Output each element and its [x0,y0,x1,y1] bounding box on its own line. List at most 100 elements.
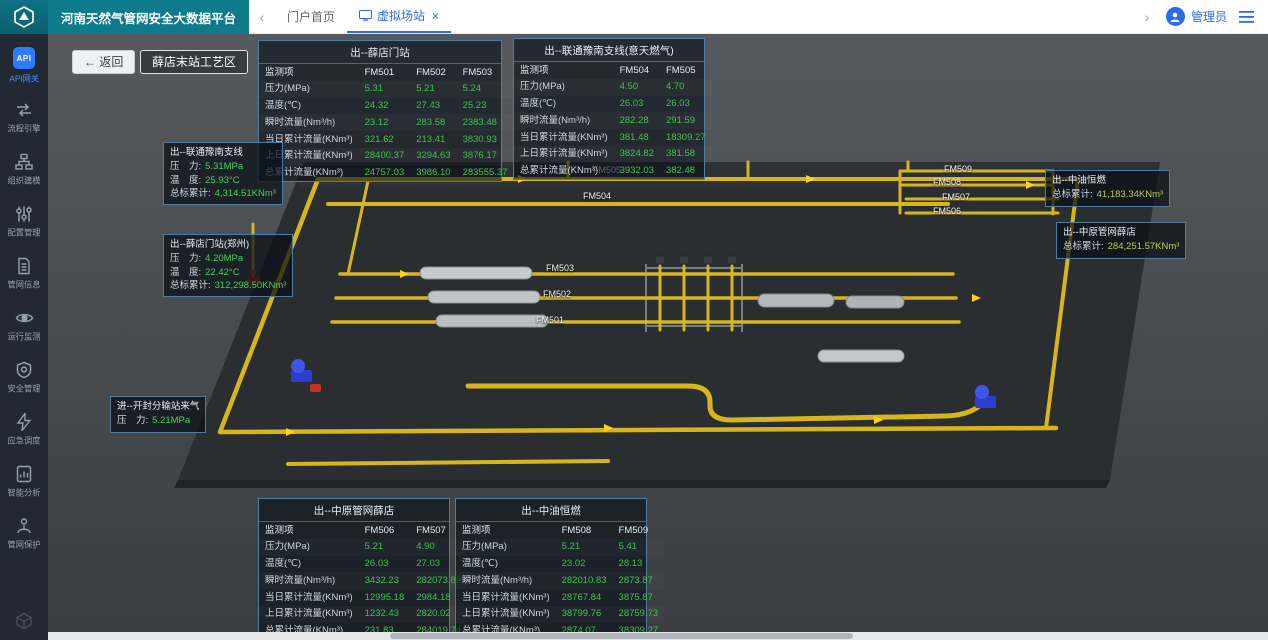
panel-table: 监测项FM504FM505压力(MPa)4.504.70温度(℃)26.0326… [514,62,712,179]
callout-title: 进--开封分输站来气 [117,400,199,413]
sidebar-item-config[interactable]: 配置管理 [0,196,48,248]
callout-line: 温 度:22.42°C [170,266,286,279]
callout-line: 压 力:4.20MPa [170,252,286,265]
equipment-tag: FM506 [933,206,961,216]
callout-lines: 压 力:5.31MPa温 度:25.93°C总标累计:4,314.51KNm³ [170,160,276,200]
sidebar-item-protection[interactable]: 管网保护 [0,508,48,560]
sidebar-item-api-gateway[interactable]: API API网关 [0,40,48,92]
panel-title: 出--联通豫南支线(意天燃气) [514,39,704,62]
sidebar-item-network-info[interactable]: 管网信息 [0,248,48,300]
panel-title: 出--中原管网薛店 [259,499,449,522]
column-header: FM509 [613,522,665,539]
table-row: 压力(MPa)5.215.41 [456,539,664,556]
table-row: 压力(MPa)4.504.70 [514,79,712,96]
callout-line: 总标累计:312,298.50KNm³ [170,279,286,292]
sidebar-item-label: 流程引擎 [7,123,40,135]
equipment-tag: FM503 [546,263,574,273]
table-row: 上日累计流量(KNm³)28400.373294.633876.17 [259,148,514,165]
close-icon[interactable]: × [432,9,439,23]
sidebar-item-label: 配置管理 [7,227,40,239]
table-row: 当日累计流量(KNm³)28767.843875.87 [456,589,664,606]
equipment-tag: FM502 [543,289,571,299]
sidebar-item-label: 安全管理 [7,383,40,395]
tab-strip: ‹ 门户首页 虚拟场站 × › 管理员 [249,0,1268,34]
flow-icon [15,101,33,119]
sidebar-item-label: API网关 [9,73,39,85]
tab-virtual-station[interactable]: 虚拟场站 × [347,0,451,33]
table-row: 瞬时流量(Nm³/h)282.28291.59 [514,112,712,129]
column-header: FM506 [359,522,411,539]
callout-title: 出--中原管网薛店 [1063,226,1179,239]
scene-3d-viewport[interactable]: ← 返回 薛店末站工艺区 FM505 FM504 FM503 FM502 FM5… [48,34,1268,640]
logo-icon [13,6,35,28]
table-row: 当日累计流量(KNm³)381.4818309.27 [514,129,712,146]
callout-lines: 压 力:4.20MPa温 度:22.42°C总标累计:312,298.50KNm… [170,252,286,292]
scrollbar-thumb[interactable] [390,633,854,639]
table-row: 上日累计流量(KNm³)38799.7628759.73 [456,606,664,623]
back-button[interactable]: ← 返回 [72,50,135,74]
panel-table: 监测项FM501FM502FM503压力(MPa)5.315.215.24温度(… [259,64,514,181]
callout-line: 总标累计:41,183.34KNm³ [1052,188,1163,201]
sidebar-item-label: 智能分析 [7,487,40,499]
sidebar-item-analysis[interactable]: 智能分析 [0,456,48,508]
panel-title: 出--中油恒燃 [456,499,646,522]
hamburger-menu-icon[interactable] [1233,0,1268,33]
table-row: 瞬时流量(Nm³/h)3432.23282073.89 [259,572,467,589]
sidebar-item-label: 应急调度 [7,435,40,447]
sidebar-item-org-model[interactable]: 组织建模 [0,144,48,196]
column-header: FM504 [614,62,660,79]
avatar [1166,7,1185,26]
table-row: 瞬时流量(Nm³/h)282010.832873.87 [456,572,664,589]
equipment-tag: FM508 [933,177,961,187]
sidebar-item-label: 运行监测 [7,331,40,343]
table-row: 当日累计流量(KNm³)321.62213.413830.93 [259,131,514,148]
sidebar-bottom-module-icon[interactable] [0,612,48,630]
table-row: 温度(℃)26.0327.03 [259,556,467,573]
panel-table: 监测项FM508FM509压力(MPa)5.215.41温度(℃)23.0228… [456,522,664,639]
panel-title: 出--薛店门站 [259,41,501,64]
tab-portal-home[interactable]: 门户首页 [275,0,347,33]
sidebar-item-label: 管网保护 [7,539,40,551]
column-header: FM505 [660,62,712,79]
callout-title: 出--薛店门站(郑州) [170,238,286,251]
column-header: FM508 [556,522,613,539]
tab-label: 虚拟场站 [377,7,425,24]
tab-label: 门户首页 [287,8,335,25]
user-menu[interactable]: 管理员 [1160,0,1233,33]
chart-doc-icon [15,465,33,483]
data-panel-zhongyuan-network: 出--中原管网薛店 监测项FM506FM507压力(MPa)5.214.90温度… [258,498,450,640]
eye-icon [15,309,34,327]
table-row: 瞬时流量(Nm³/h)23.12283.582383.48 [259,114,514,131]
horizontal-scrollbar[interactable] [48,632,1268,640]
table-row: 上日累计流量(KNm³)3824.82381.58 [514,146,712,163]
sidebar: API API网关 流程引擎 组织建模 配置管理 管网信息 运行监测 [0,34,48,640]
sidebar-item-safety[interactable]: 安全管理 [0,352,48,404]
area-button[interactable]: 薛店末站工艺区 [140,50,248,74]
tab-strip-spacer [451,0,1134,33]
lightning-icon [16,413,32,431]
callout-zhongyou-hengran: 出--中油恒燃 总标累计:41,183.34KNm³ [1045,170,1170,207]
table-row: 总累计流量(KNm³)24757.033986.10283555.37 [259,165,514,182]
column-header: FM503 [457,64,514,81]
data-panel-xuedian-gate: 出--薛店门站 监测项FM501FM502FM503压力(MPa)5.315.2… [258,40,502,182]
callout-lines: 总标累计:41,183.34KNm³ [1052,188,1163,201]
callout-line: 压 力:5.21MPa [117,414,199,427]
equipment-tag: FM501 [536,315,564,325]
app-title: 河南天然气管网安全大数据平台 [48,0,249,34]
tabs-scroll-right-icon[interactable]: › [1134,0,1160,33]
callout-lines: 压 力:5.21MPa [117,414,199,427]
sidebar-item-emergency[interactable]: 应急调度 [0,404,48,456]
table-row: 压力(MPa)5.214.90 [259,539,467,556]
document-icon [15,257,33,275]
sliders-icon [15,205,33,223]
table-row: 温度(℃)24.3227.4325.23 [259,98,514,115]
callout-lines: 总标累计:284,251.57KNm³ [1063,240,1179,253]
sidebar-item-flow-engine[interactable]: 流程引擎 [0,92,48,144]
api-gateway-icon: API [13,47,35,69]
sidebar-item-run-monitor[interactable]: 运行监测 [0,300,48,352]
tabs-scroll-left-icon[interactable]: ‹ [249,0,275,33]
person-shield-icon [15,517,33,535]
callout-title: 出--联通豫南支线 [170,146,276,159]
sidebar-item-label: 组织建模 [7,175,40,187]
panel-table: 监测项FM506FM507压力(MPa)5.214.90温度(℃)26.0327… [259,522,467,639]
